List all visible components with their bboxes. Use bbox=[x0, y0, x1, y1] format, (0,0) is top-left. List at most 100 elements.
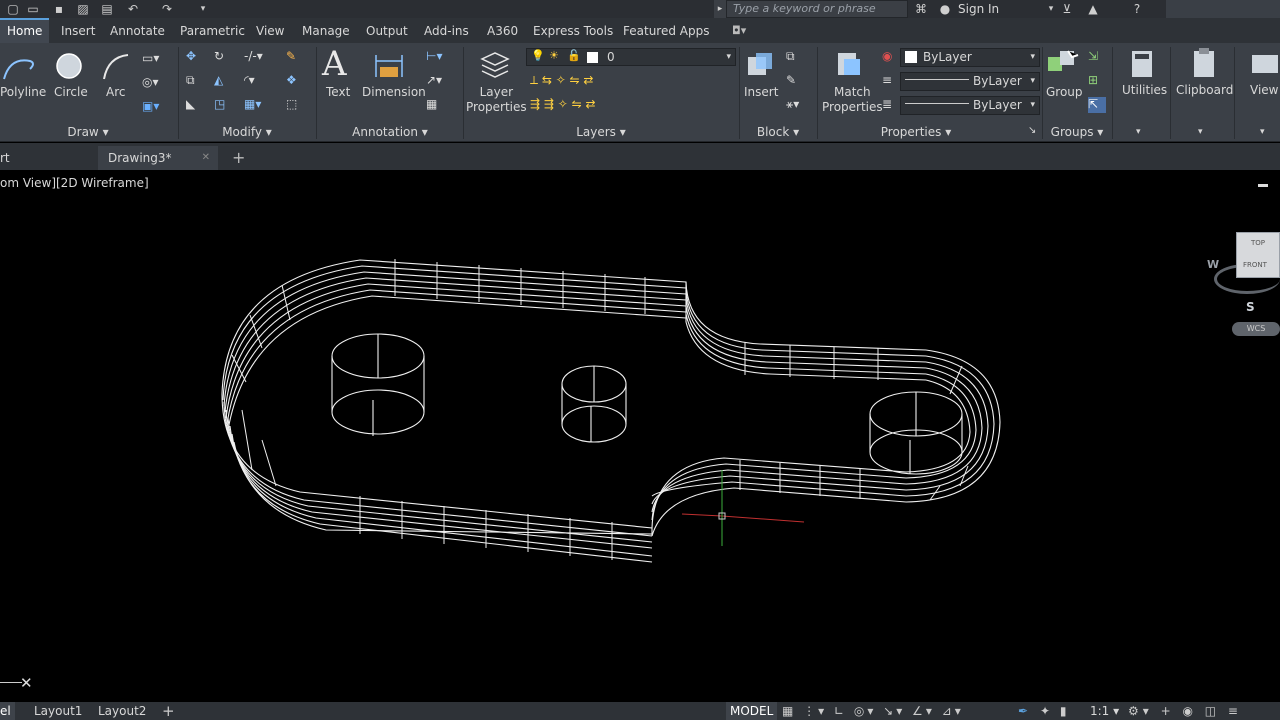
explode-icon[interactable]: ❖ bbox=[286, 73, 304, 89]
arc-button[interactable]: Arc bbox=[106, 85, 125, 100]
text-button[interactable]: Text bbox=[326, 85, 350, 100]
close-icon[interactable]: ✕ bbox=[20, 674, 33, 692]
compass-south-label[interactable]: S bbox=[1246, 300, 1255, 314]
view-dropdown-icon[interactable]: ▾ bbox=[1260, 125, 1265, 140]
fillet-icon[interactable]: ◜▾ bbox=[244, 73, 274, 89]
modify-panel-label[interactable]: Modify ▾ bbox=[180, 123, 314, 141]
sign-in-button[interactable]: Sign In bbox=[958, 0, 999, 18]
redo-icon[interactable]: ↷ bbox=[160, 2, 174, 16]
grid-snap-icons[interactable]: ▦ ⋮▾ ∟ ◎▾ ↘▾ ∠▾ ⊿▾ bbox=[782, 702, 964, 720]
scale-icon[interactable]: ◳ bbox=[214, 97, 232, 113]
move-icon[interactable]: ✥ bbox=[186, 49, 204, 65]
undo-icon[interactable]: ↶ bbox=[126, 2, 140, 16]
viewcube-front-face[interactable]: FRONT bbox=[1243, 261, 1267, 269]
color-dropdown[interactable]: ByLayer ▾ bbox=[900, 48, 1040, 67]
tab-view[interactable]: View bbox=[256, 18, 284, 43]
viewcube[interactable]: W S TOP FRONT WCS bbox=[1206, 228, 1280, 338]
tab-output[interactable]: Output bbox=[366, 18, 408, 43]
group-button[interactable]: Group bbox=[1046, 85, 1083, 100]
tab-featured-apps[interactable]: Featured Apps bbox=[623, 18, 709, 43]
create-block-icon[interactable]: ⧉ bbox=[786, 49, 804, 65]
linear-dim-icon[interactable]: ⊢▾ bbox=[426, 49, 456, 65]
viewcube-box[interactable]: TOP FRONT bbox=[1236, 232, 1280, 278]
mirror-icon[interactable]: ◭ bbox=[214, 73, 232, 89]
workspace-icons[interactable]: ⚙▾ + ◉ ◫ ≡ bbox=[1128, 702, 1242, 720]
view-button[interactable]: View bbox=[1250, 83, 1278, 98]
properties-launcher-icon[interactable]: ↘ bbox=[1028, 123, 1036, 138]
customize-dropdown-icon[interactable]: ▾ bbox=[196, 2, 210, 16]
properties-panel-label[interactable]: Properties ▾ bbox=[820, 123, 1012, 141]
compass-west-label[interactable]: W bbox=[1207, 258, 1219, 271]
stretch-icon[interactable]: ◣ bbox=[186, 97, 204, 113]
exchange-icon[interactable]: ▲ bbox=[1086, 2, 1100, 16]
block-panel-label[interactable]: Block ▾ bbox=[740, 123, 816, 141]
groups-panel-label[interactable]: Groups ▾ bbox=[1044, 123, 1110, 141]
linetype-dropdown[interactable]: ByLayer ▾ bbox=[900, 72, 1040, 91]
new-tab-plus-icon[interactable]: + bbox=[232, 146, 245, 170]
save-as-icon[interactable]: ▨ bbox=[76, 2, 90, 16]
tab-manage[interactable]: Manage bbox=[302, 18, 350, 43]
dimension-button[interactable]: Dimension bbox=[362, 85, 426, 100]
offset-icon[interactable]: ⬚ bbox=[286, 97, 304, 113]
tab-express-tools[interactable]: Express Tools bbox=[533, 18, 613, 43]
circle-button[interactable]: Circle bbox=[54, 85, 88, 100]
expand-search-icon[interactable]: ▸ bbox=[714, 0, 726, 18]
tab-a360[interactable]: A360 bbox=[487, 18, 518, 43]
file-tab-start[interactable]: rt bbox=[0, 146, 10, 170]
layers-panel-label[interactable]: Layers ▾ bbox=[464, 123, 738, 141]
utilities-button[interactable]: Utilities bbox=[1122, 83, 1167, 98]
new-layout-plus-icon[interactable]: + bbox=[162, 702, 175, 720]
annotation-scale[interactable]: 1:1 ▾ bbox=[1090, 702, 1119, 720]
tab-home[interactable]: Home bbox=[0, 18, 50, 43]
group-edit-icon[interactable]: ⊞ bbox=[1088, 73, 1106, 89]
ungroup-icon[interactable]: ⇲ bbox=[1088, 49, 1106, 65]
leader-icon[interactable]: ↗▾ bbox=[426, 73, 456, 89]
region-icon[interactable]: ▣▾ bbox=[142, 99, 160, 115]
edit-block-icon[interactable]: ✎ bbox=[786, 73, 804, 89]
insert-button[interactable]: Insert bbox=[744, 85, 778, 100]
tab-annotate[interactable]: Annotate bbox=[110, 18, 165, 43]
tab-add-ins[interactable]: Add-ins bbox=[424, 18, 469, 43]
wcs-menu[interactable]: WCS bbox=[1232, 322, 1280, 336]
tab-layout2[interactable]: Layout2 bbox=[98, 702, 146, 720]
tab-model[interactable]: el bbox=[0, 702, 15, 720]
model-space-button[interactable]: MODEL bbox=[726, 702, 778, 720]
file-tab-drawing3[interactable]: Drawing3* ✕ bbox=[98, 146, 218, 170]
layer-tools-row1[interactable]: ⟂ ⇆ ✧ ⇋ ⇄ bbox=[530, 73, 650, 89]
layer-tools-row2[interactable]: ⇶ ⇶ ✧ ⇋ ⇄ bbox=[530, 97, 650, 113]
viewcube-top-face[interactable]: TOP bbox=[1251, 239, 1265, 247]
selection-icons[interactable]: ✦ ▮ bbox=[1040, 702, 1069, 720]
clipboard-dropdown-icon[interactable]: ▾ bbox=[1198, 125, 1203, 140]
tab-insert[interactable]: Insert bbox=[61, 18, 95, 43]
rotate-icon[interactable]: ↻ bbox=[214, 49, 232, 65]
layer-properties-button[interactable]: Layer Properties bbox=[466, 85, 527, 115]
erase-icon[interactable]: ✎ bbox=[286, 49, 304, 65]
polyline-button[interactable]: Polyline bbox=[0, 85, 46, 100]
lineweight-dropdown[interactable]: ByLayer ▾ bbox=[900, 96, 1040, 115]
hatch-icon[interactable]: ◎▾ bbox=[142, 75, 160, 91]
new-icon[interactable]: ▢ bbox=[6, 2, 20, 16]
cart-icon[interactable]: ⊻ bbox=[1060, 2, 1074, 16]
ribbon-minimize-icon[interactable]: ◘▾ bbox=[732, 18, 754, 43]
utilities-dropdown-icon[interactable]: ▾ bbox=[1136, 125, 1141, 140]
match-properties-button[interactable]: Match Properties bbox=[822, 85, 883, 115]
sign-in-dropdown-icon[interactable]: ▾ bbox=[1044, 2, 1058, 16]
search-input[interactable]: Type a keyword or phrase bbox=[726, 0, 908, 18]
save-icon[interactable]: ▪ bbox=[52, 2, 66, 16]
tab-parametric[interactable]: Parametric bbox=[180, 18, 245, 43]
plot-icon[interactable]: ▤ bbox=[100, 2, 114, 16]
draw-panel-label[interactable]: Draw ▾ bbox=[0, 123, 176, 141]
block-attr-icon[interactable]: ⚹▾ bbox=[786, 97, 814, 113]
annotation-panel-label[interactable]: Annotation ▾ bbox=[318, 123, 462, 141]
transparency-icon[interactable]: ✒ bbox=[1018, 702, 1028, 720]
clipboard-button[interactable]: Clipboard bbox=[1176, 83, 1233, 98]
drawing-viewport[interactable]: om View][2D Wireframe] W S TOP FRONT WCS… bbox=[0, 170, 1280, 702]
rectangle-icon[interactable]: ▭▾ bbox=[142, 51, 160, 67]
trim-icon[interactable]: -/-▾ bbox=[244, 49, 274, 65]
array-icon[interactable]: ▦▾ bbox=[244, 97, 274, 113]
copy-icon[interactable]: ⧉ bbox=[186, 73, 204, 89]
open-icon[interactable]: ▭ bbox=[26, 2, 40, 16]
tab-layout1[interactable]: Layout1 bbox=[34, 702, 82, 720]
help-icon[interactable]: ? bbox=[1130, 2, 1144, 16]
binoculars-icon[interactable]: ⌘ bbox=[914, 2, 928, 16]
